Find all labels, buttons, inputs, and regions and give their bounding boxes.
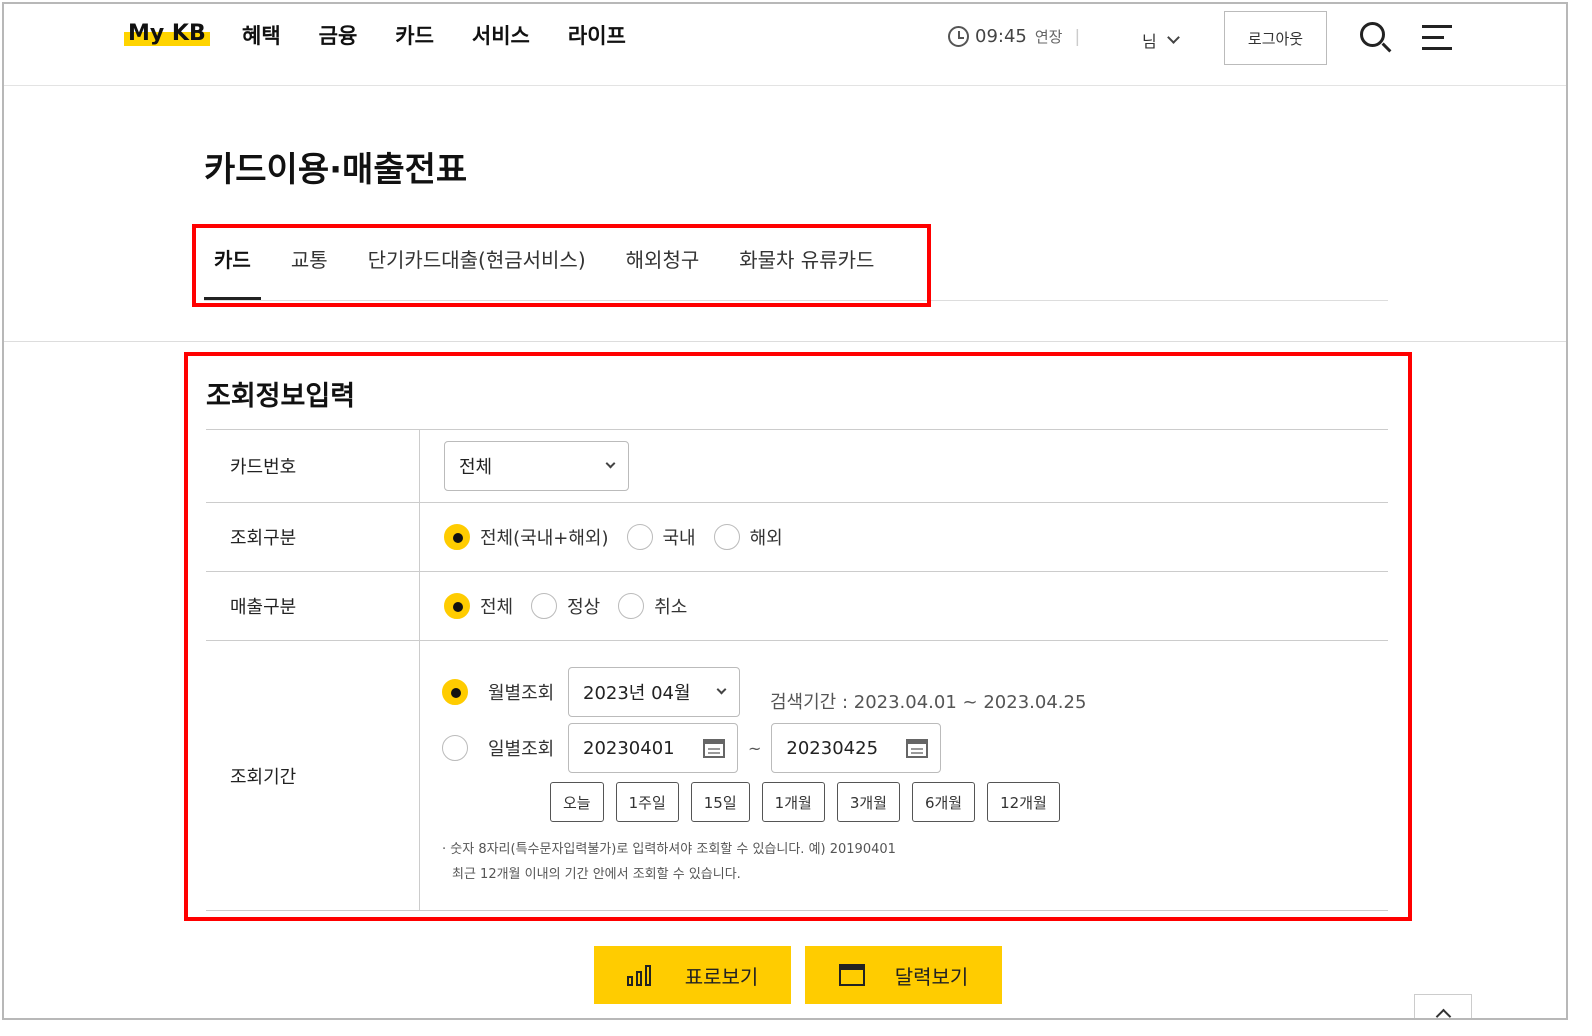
logout-button[interactable]: 로그아웃 — [1224, 11, 1327, 65]
menu-item-finance[interactable]: 금융 — [319, 20, 358, 50]
highlight-box-tabs — [192, 224, 931, 307]
calendar-view-button[interactable]: 달력보기 — [805, 946, 1002, 1004]
top-navigation: My KB 혜택 금융 카드 서비스 라이프 09:45 연장 | 님 로그아웃 — [4, 4, 1566, 86]
hamburger-menu-icon[interactable] — [1422, 25, 1452, 51]
page-title: 카드이용·매출전표 — [204, 150, 468, 190]
table-view-label: 표로보기 — [684, 964, 759, 989]
menu-item-card[interactable]: 카드 — [395, 20, 434, 50]
calendar-icon — [838, 964, 865, 986]
logo-kb: KB — [171, 21, 206, 46]
extend-session-button[interactable]: 연장 — [1035, 26, 1063, 47]
logo[interactable]: My KB — [124, 21, 210, 46]
menu-item-benefits[interactable]: 혜택 — [242, 20, 281, 50]
main-menu: 혜택 금융 카드 서비스 라이프 — [242, 20, 664, 50]
chevron-down-icon — [1166, 31, 1180, 44]
timer-text: 09:45 — [975, 26, 1027, 47]
user-menu[interactable]: 님 — [1142, 28, 1180, 52]
browser-frame: My KB 혜택 금융 카드 서비스 라이프 09:45 연장 | 님 로그아웃… — [2, 2, 1568, 1020]
calendar-view-label: 달력보기 — [894, 964, 969, 989]
session-timer: 09:45 연장 | — [948, 26, 1080, 47]
logo-my: My — [128, 21, 165, 46]
menu-item-service[interactable]: 서비스 — [472, 20, 530, 50]
table-view-button[interactable]: 표로보기 — [594, 946, 791, 1004]
menu-item-life[interactable]: 라이프 — [568, 20, 626, 50]
bar-chart-icon — [626, 964, 655, 986]
clock-icon — [948, 26, 969, 47]
divider: | — [1074, 26, 1081, 47]
highlight-box-form — [184, 352, 1412, 921]
view-buttons: 표로보기 달력보기 — [594, 946, 1002, 1004]
section-divider — [4, 341, 1566, 342]
search-icon[interactable] — [1360, 22, 1392, 53]
user-name: 님 — [1142, 32, 1157, 51]
scroll-to-top-button[interactable] — [1414, 994, 1472, 1018]
